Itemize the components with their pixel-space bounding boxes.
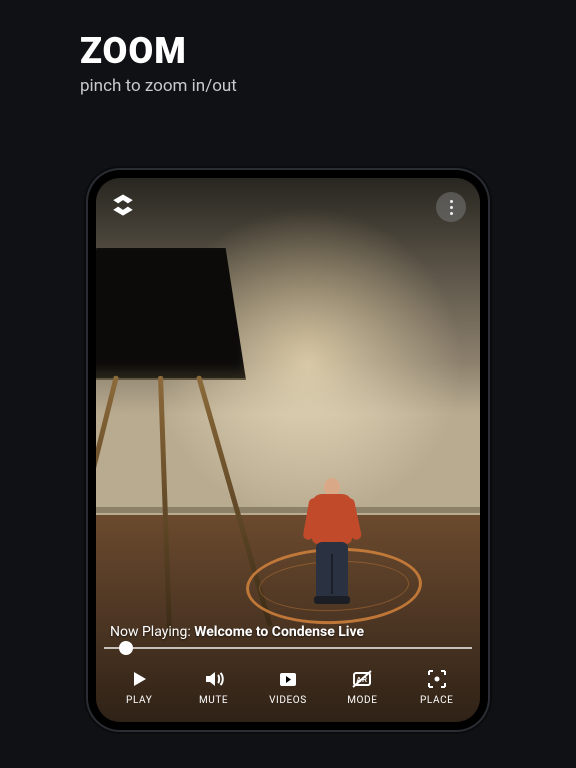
now-playing-title: Welcome to Condense Live bbox=[194, 624, 364, 640]
place-icon bbox=[425, 667, 449, 691]
app-logo-icon bbox=[110, 192, 136, 218]
page-heading: ZOOM pinch to zoom in/out bbox=[80, 30, 237, 96]
videos-label: VIDEOS bbox=[269, 695, 307, 706]
place-label: PLACE bbox=[420, 695, 453, 706]
speaker-icon bbox=[202, 667, 226, 691]
progress-bar[interactable] bbox=[104, 640, 472, 656]
now-playing-prefix: Now Playing: bbox=[110, 624, 194, 640]
progress-thumb[interactable] bbox=[119, 641, 133, 655]
play-button[interactable]: PLAY bbox=[109, 667, 169, 706]
device-screen: Now Playing: Welcome to Condense Live PL… bbox=[96, 178, 480, 722]
mute-label: MUTE bbox=[199, 695, 228, 706]
videos-button[interactable]: VIDEOS bbox=[258, 667, 318, 706]
ar-hologram-person bbox=[304, 478, 360, 604]
page-subtitle: pinch to zoom in/out bbox=[80, 76, 237, 96]
player-toolbar: PLAY MUTE VIDEOS A bbox=[96, 656, 480, 722]
videos-icon bbox=[276, 667, 300, 691]
more-options-button[interactable] bbox=[436, 192, 466, 222]
mode-button[interactable]: AR MODE bbox=[332, 667, 392, 706]
place-button[interactable]: PLACE bbox=[407, 667, 467, 706]
play-label: PLAY bbox=[126, 695, 152, 706]
kebab-icon bbox=[450, 198, 453, 216]
scene-lamp bbox=[96, 248, 276, 608]
mode-label: MODE bbox=[347, 695, 377, 706]
play-icon bbox=[127, 667, 151, 691]
page-title: ZOOM bbox=[80, 30, 237, 72]
device-frame: Now Playing: Welcome to Condense Live PL… bbox=[88, 170, 488, 730]
mute-button[interactable]: MUTE bbox=[184, 667, 244, 706]
now-playing-label: Now Playing: Welcome to Condense Live bbox=[110, 624, 364, 640]
ar-mode-icon: AR bbox=[350, 667, 374, 691]
